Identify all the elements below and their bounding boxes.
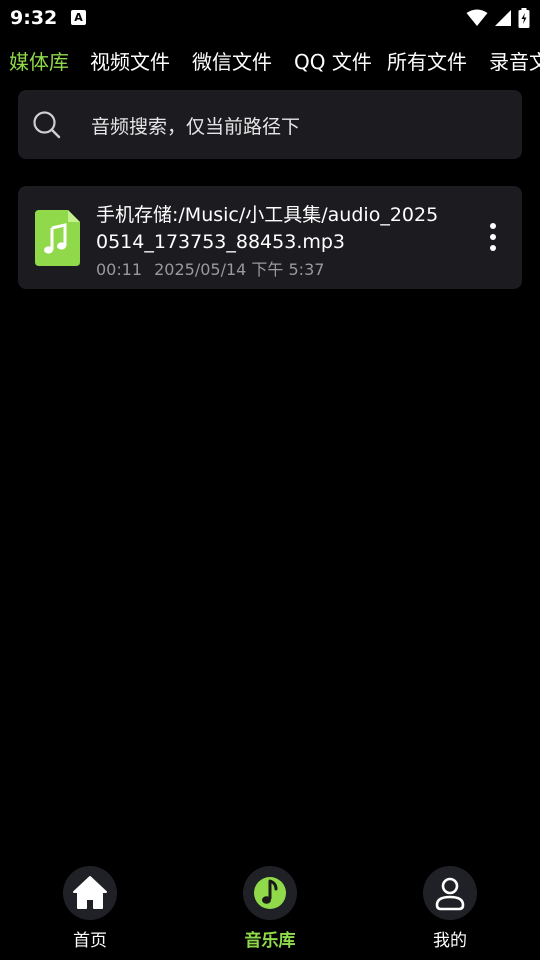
nav-music-library-label: 音乐库: [244, 931, 296, 951]
tab-all-files[interactable]: 所有文件: [387, 46, 467, 75]
tab-video-files[interactable]: 视频文件: [90, 46, 170, 75]
audio-search-input[interactable]: 音频搜索，仅当前路径下: [18, 90, 522, 159]
wifi-icon: [466, 9, 488, 26]
nav-profile-label: 我的: [433, 931, 467, 951]
nav-home-label: 首页: [73, 931, 107, 951]
status-bar: 9:32 A: [0, 0, 540, 36]
tab-qq-files[interactable]: QQ 文件: [294, 46, 372, 75]
nav-music-library[interactable]: 音乐库: [225, 866, 315, 956]
nav-home-circle: [63, 866, 117, 920]
home-icon: [73, 876, 107, 909]
notification-a-icon: A: [71, 10, 86, 25]
file-duration: 00:11: [96, 260, 143, 279]
nav-profile-circle: [423, 866, 477, 920]
tab-wechat-files[interactable]: 微信文件: [192, 46, 272, 75]
audio-file-item[interactable]: 手机存储:/Music/小工具集/audio_20250514_173753_8…: [18, 186, 522, 289]
file-date: 2025/05/14 下午 5:37: [154, 260, 325, 279]
file-name: 手机存储:/Music/小工具集/audio_20250514_173753_8…: [96, 204, 439, 253]
status-time: 9:32: [10, 7, 58, 29]
battery-icon: [518, 8, 530, 28]
more-options-icon[interactable]: [486, 222, 500, 252]
search-placeholder: 音频搜索，仅当前路径下: [91, 116, 301, 138]
signal-icon: [495, 10, 511, 26]
nav-home[interactable]: 首页: [45, 866, 135, 956]
nav-profile[interactable]: 我的: [405, 866, 495, 956]
nav-music-library-circle: [243, 866, 297, 920]
profile-icon: [435, 877, 465, 911]
file-meta: 00:11 2025/05/14 下午 5:37: [96, 256, 324, 280]
music-file-icon: [35, 210, 80, 266]
category-tabs: 媒体库 视频文件 微信文件 QQ 文件 所有文件 录音文: [0, 42, 540, 78]
music-library-icon: [254, 877, 286, 909]
status-icons: [466, 7, 530, 29]
tab-recordings[interactable]: 录音文: [489, 46, 540, 75]
search-icon: [33, 111, 61, 139]
tab-media-library[interactable]: 媒体库: [9, 46, 69, 75]
bottom-navigation: 首页 音乐库 我的: [0, 860, 540, 960]
